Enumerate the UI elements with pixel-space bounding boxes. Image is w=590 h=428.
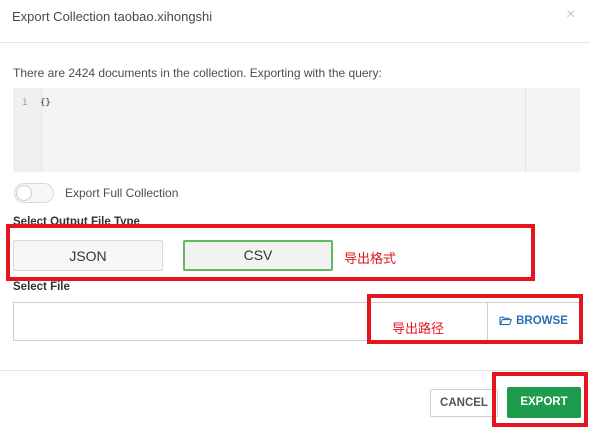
format-annotation-note: 导出格式 <box>344 251 397 266</box>
export-button[interactable]: EXPORT <box>507 387 581 418</box>
export-full-collection-label: Export Full Collection <box>65 186 179 200</box>
path-annotation-note: 导出路径 <box>392 321 445 336</box>
dialog-title: Export Collection taobao.xihongshi <box>12 9 213 24</box>
line-number: 1 <box>22 98 28 108</box>
output-type-label: Select Output File Type <box>13 216 140 228</box>
folder-open-icon <box>499 316 512 326</box>
footer-divider <box>0 370 590 371</box>
toggle-knob <box>16 185 32 201</box>
query-editor[interactable]: 1 {} <box>13 88 580 172</box>
editor-gutter <box>13 88 42 172</box>
select-file-label: Select File <box>13 281 70 293</box>
editor-ruler <box>525 88 526 172</box>
export-full-collection-toggle[interactable] <box>14 183 54 203</box>
browse-button[interactable]: BROWSE <box>487 302 580 341</box>
json-option-button[interactable]: JSON <box>13 240 163 271</box>
query-code[interactable]: {} <box>40 98 51 108</box>
browse-button-label: BROWSE <box>516 315 568 327</box>
csv-option-button[interactable]: CSV <box>183 240 333 271</box>
cancel-button[interactable]: CANCEL <box>430 389 498 417</box>
close-icon[interactable]: × <box>566 6 575 24</box>
query-info-text: There are 2424 documents in the collecti… <box>13 66 382 80</box>
